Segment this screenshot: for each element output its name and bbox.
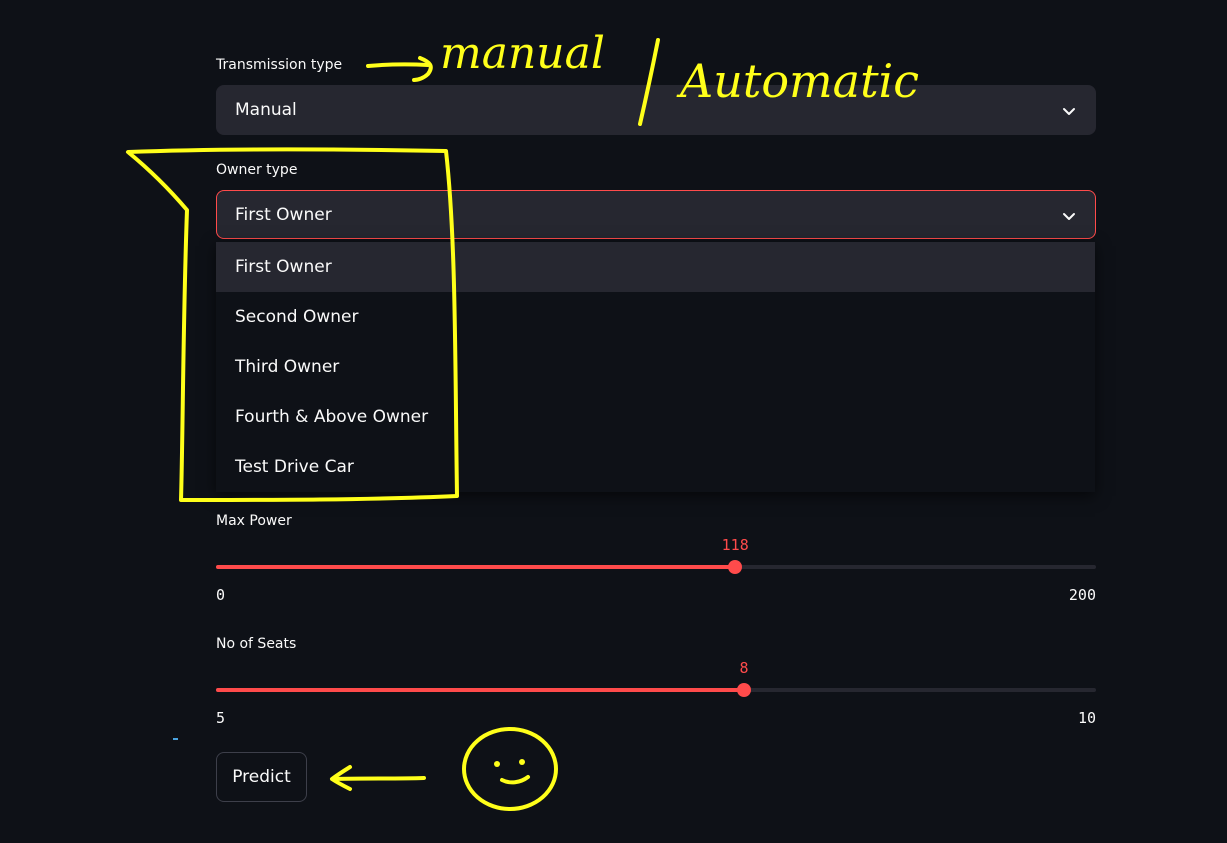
app-page: Transmission type Manual Owner type Firs… [0,0,1227,843]
transmission-type-select[interactable]: Manual [216,85,1096,135]
transmission-type-value: Manual [235,100,297,120]
max-power-current-value: 118 [721,536,749,554]
annotation-smiley-face [462,727,558,811]
seats-max: 10 [1077,709,1096,727]
chevron-down-icon [1063,213,1075,220]
max-power-thumb[interactable] [728,560,743,574]
seats-thumb[interactable] [737,683,751,697]
predict-button[interactable]: Predict [216,752,307,802]
owner-option-third-owner[interactable]: Third Owner [216,342,1095,392]
annotation-arrowhead-right [412,56,433,82]
max-power-label: Max Power [216,513,292,529]
seats-slider[interactable]: 8 5 10 [216,659,1096,729]
annotation-arrow-left [332,776,426,781]
stray-mark [173,738,178,740]
annotation-smiley-eye-left [494,761,500,767]
max-power-fill [216,565,736,569]
owner-type-select[interactable]: First Owner [216,190,1096,239]
max-power-slider[interactable]: 118 0 200 [216,536,1096,606]
owner-option-first-owner[interactable]: First Owner [216,242,1095,292]
annotation-arrow-right [366,62,430,68]
chevron-down-icon [1063,108,1075,115]
owner-option-fourth-above-owner[interactable]: Fourth & Above Owner [216,392,1095,442]
owner-option-test-drive-car[interactable]: Test Drive Car [216,442,1095,492]
annotation-arrowhead-left [330,765,352,791]
seats-fill [216,688,744,692]
seats-label: No of Seats [216,636,297,652]
annotation-manual-text: manual [440,28,605,79]
owner-type-value: First Owner [235,205,332,225]
owner-option-second-owner[interactable]: Second Owner [216,292,1095,342]
max-power-min: 0 [216,586,226,604]
owner-type-dropdown-menu: First Owner Second Owner Third Owner Fou… [216,242,1095,492]
annotation-smiley-mouth [500,775,530,785]
annotation-smiley-eye-right [519,759,525,765]
transmission-type-label: Transmission type [216,57,343,73]
max-power-max: 200 [1068,586,1096,604]
seats-current-value: 8 [739,659,749,677]
seats-min: 5 [216,709,226,727]
owner-type-label: Owner type [216,162,298,178]
